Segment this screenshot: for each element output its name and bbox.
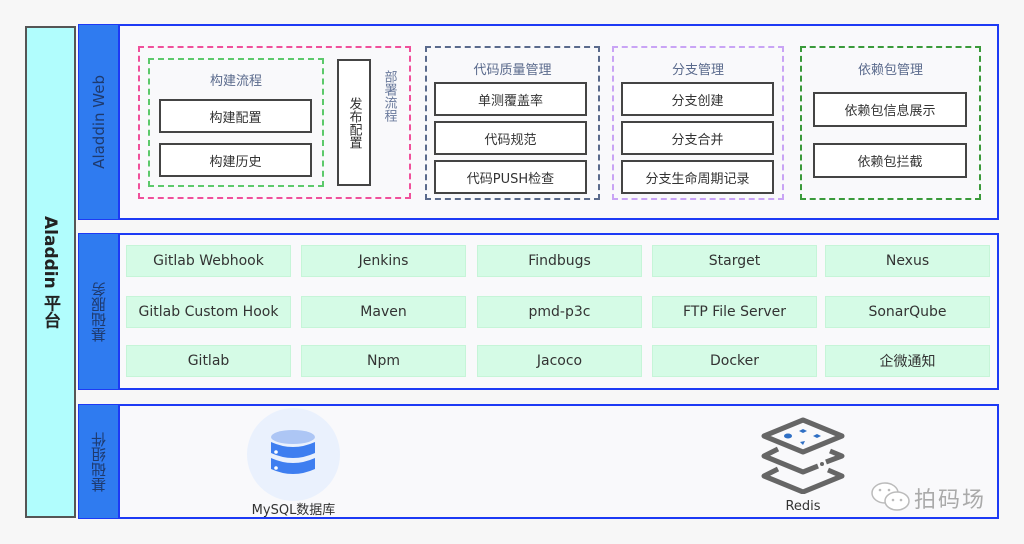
code-standard-box[interactable]: 代码规范 [434,121,587,155]
dependency-info-box[interactable]: 依赖包信息展示 [813,92,967,127]
dependency-intercept-box[interactable]: 依赖包拦截 [813,143,967,178]
code-quality-title: 代码质量管理 [473,63,552,78]
service-item[interactable]: Jacoco [477,345,642,377]
build-config-box[interactable]: 构建配置 [159,99,312,133]
deploy-process-label: 部署流程 [381,70,397,122]
web-layer-label: Aladdin Web [89,75,108,169]
database-icon [271,430,315,474]
service-item[interactable]: Starget [652,245,817,277]
dependency-management-title: 依赖包管理 [857,63,923,78]
publish-config-label: 发布配置 [346,96,362,149]
mysql-label: MySQL数据库 [251,503,336,518]
code-push-check-box[interactable]: 代码PUSH检查 [434,160,587,194]
component-layer [78,404,999,519]
service-layer-tag: 基础服务 [79,234,120,389]
build-process-title: 构建流程 [209,74,262,89]
branch-management-title: 分支管理 [671,63,724,78]
platform-label: Aladdin 平台 [40,215,60,329]
layers-icon [761,417,845,494]
branch-merge-box[interactable]: 分支合并 [621,121,774,155]
service-item[interactable]: Gitlab Webhook [126,245,291,277]
redis-label: Redis [785,499,821,514]
service-item[interactable]: Npm [301,345,466,377]
service-item[interactable]: 企微通知 [825,345,990,377]
service-item[interactable]: Gitlab [126,345,291,377]
unit-test-coverage-box[interactable]: 单测覆盖率 [434,82,587,116]
branch-create-box[interactable]: 分支创建 [621,82,774,116]
service-item[interactable]: SonarQube [825,296,990,328]
service-item[interactable]: Jenkins [301,245,466,277]
platform-label-wrap: Aladdin 平台 [25,26,76,518]
service-item[interactable]: Docker [652,345,817,377]
component-layer-label: 基础组件 [90,431,108,492]
service-item[interactable]: pmd-p3c [477,296,642,328]
watermark-text: 拍码场 [914,488,987,513]
branch-lifecycle-box[interactable]: 分支生命周期记录 [621,160,774,194]
service-layer-label: 基础服务 [90,281,108,342]
publish-config-box[interactable]: 发布配置 [337,59,371,186]
service-item[interactable]: Gitlab Custom Hook [126,296,291,328]
service-item[interactable]: Findbugs [477,245,642,277]
build-history-box[interactable]: 构建历史 [159,143,312,177]
wechat-icon [871,482,910,511]
service-item[interactable]: FTP File Server [652,296,817,328]
web-layer-tag: Aladdin Web [79,25,120,219]
component-layer-tag: 基础组件 [79,405,120,518]
service-item[interactable]: Nexus [825,245,990,277]
deploy-process-label-wrap: 部署流程 [378,70,400,170]
service-item[interactable]: Maven [301,296,466,328]
